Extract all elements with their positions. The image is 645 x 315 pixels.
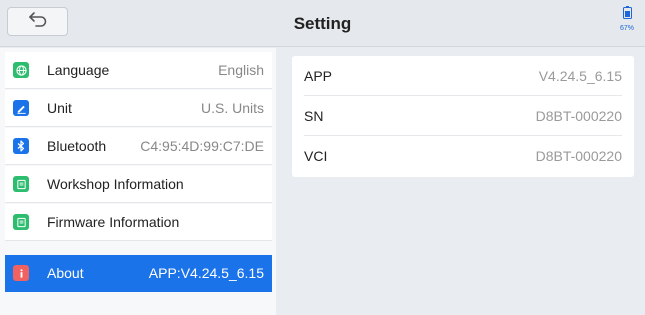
page-title: Setting bbox=[293, 14, 352, 33]
info-icon bbox=[13, 265, 29, 281]
sidebar-item-bluetooth[interactable]: Bluetooth C4:95:4D:99:C7:DE bbox=[5, 128, 272, 165]
sidebar-item-unit[interactable]: Unit U.S. Units bbox=[5, 90, 272, 127]
about-row-value: V4.24.5_6.15 bbox=[538, 67, 622, 84]
about-row-sn: SN D8BT-000220 bbox=[304, 96, 622, 136]
about-row-vci: VCI D8BT-000220 bbox=[304, 136, 622, 176]
sidebar-item-value: English bbox=[218, 62, 264, 78]
about-row-app: APP V4.24.5_6.15 bbox=[304, 56, 622, 96]
pencil-icon bbox=[13, 100, 29, 116]
document-icon bbox=[13, 214, 29, 230]
globe-icon bbox=[13, 62, 29, 78]
sidebar-item-about[interactable]: About APP:V4.24.5_6.15 bbox=[5, 255, 272, 292]
sidebar-item-label: Language bbox=[47, 62, 110, 78]
bluetooth-icon bbox=[13, 138, 29, 154]
sidebar-item-workshop-information[interactable]: Workshop Information bbox=[5, 166, 272, 203]
sidebar-item-value: APP:V4.24.5_6.15 bbox=[148, 265, 264, 281]
battery-level: 67% bbox=[619, 25, 634, 32]
about-row-value: D8BT-000220 bbox=[535, 148, 622, 164]
sidebar-item-label: About bbox=[47, 265, 84, 281]
battery-icon bbox=[622, 6, 632, 23]
about-info-card: APP V4.24.5_6.15 SN D8BT-000220 VCI D8BT… bbox=[292, 56, 634, 177]
about-row-label: APP bbox=[304, 67, 333, 84]
battery-indicator: 67% bbox=[614, 6, 640, 32]
document-icon bbox=[13, 176, 29, 192]
sidebar-item-value: U.S. Units bbox=[200, 100, 264, 116]
sidebar-item-label: Workshop Information bbox=[47, 176, 184, 192]
sidebar-item-firmware-information[interactable]: Firmware Information bbox=[5, 204, 272, 241]
top-bar: Setting 67% bbox=[0, 0, 645, 47]
sidebar: Language English Unit U.S. Units Bluetoo… bbox=[0, 48, 276, 315]
sidebar-item-label: Bluetooth bbox=[47, 138, 107, 154]
sidebar-item-label: Firmware Information bbox=[47, 214, 180, 230]
sidebar-item-label: Unit bbox=[47, 100, 72, 116]
sidebar-item-value: C4:95:4D:99:C7:DE bbox=[140, 138, 264, 154]
about-row-label: VCI bbox=[304, 148, 328, 164]
sidebar-item-language[interactable]: Language English bbox=[5, 52, 272, 89]
about-row-label: SN bbox=[304, 107, 324, 124]
about-row-value: D8BT-000220 bbox=[535, 107, 622, 124]
